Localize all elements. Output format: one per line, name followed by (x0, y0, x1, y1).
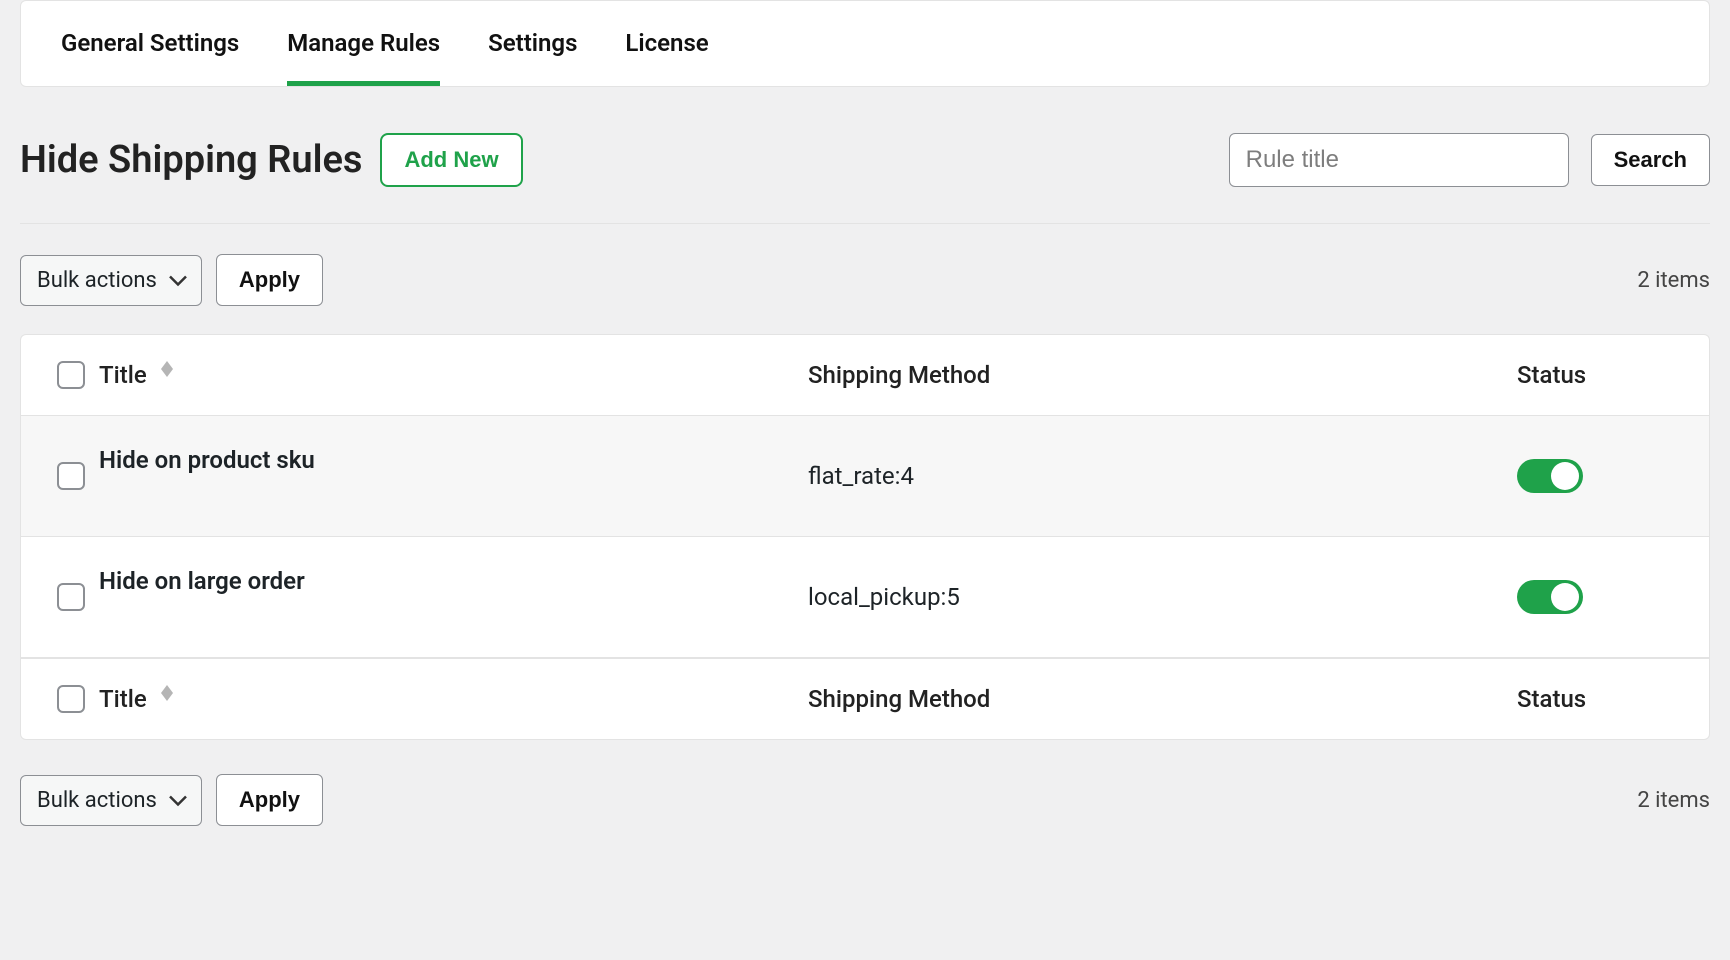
bottom-controls: Bulk actions Apply 2 items (20, 774, 1710, 826)
row-checkbox[interactable] (57, 583, 85, 611)
column-header-title[interactable]: Title (99, 361, 147, 389)
top-controls: Bulk actions Apply 2 items (20, 254, 1710, 306)
column-header-status: Status (1517, 361, 1687, 389)
select-all-checkbox-top[interactable] (57, 361, 85, 389)
rule-method: local_pickup:5 (808, 583, 1517, 611)
rule-title-link[interactable]: Hide on large order (99, 567, 305, 595)
page-header: Hide Shipping Rules Add New Search (20, 115, 1710, 224)
status-toggle[interactable] (1517, 580, 1583, 614)
column-footer-title[interactable]: Title (99, 685, 147, 713)
bulk-actions-select[interactable]: Bulk actions (20, 255, 202, 306)
tab-settings[interactable]: Settings (488, 1, 577, 86)
bulk-actions-label: Bulk actions (37, 268, 157, 293)
table-header-row: Title Shipping Method Status (21, 335, 1709, 416)
items-count-bottom: 2 items (1637, 788, 1710, 813)
tab-license[interactable]: License (625, 1, 708, 86)
row-checkbox[interactable] (57, 462, 85, 490)
status-toggle[interactable] (1517, 459, 1583, 493)
search-input[interactable] (1229, 133, 1569, 187)
items-count-top: 2 items (1637, 268, 1710, 293)
column-footer-method: Shipping Method (808, 685, 1517, 713)
tab-general-settings[interactable]: General Settings (61, 1, 239, 86)
bulk-actions-label: Bulk actions (37, 788, 157, 813)
rule-title-link[interactable]: Hide on product sku (99, 446, 315, 474)
search-button[interactable]: Search (1591, 134, 1710, 186)
add-new-button[interactable]: Add New (380, 133, 522, 187)
sort-icon[interactable] (161, 361, 173, 377)
apply-button-top[interactable]: Apply (216, 254, 323, 306)
apply-button-bottom[interactable]: Apply (216, 774, 323, 826)
chevron-down-icon (169, 268, 187, 293)
column-header-method: Shipping Method (808, 361, 1517, 389)
tab-manage-rules[interactable]: Manage Rules (287, 1, 440, 86)
tabs-container: General Settings Manage Rules Settings L… (20, 0, 1710, 87)
rules-table: Title Shipping Method Status Hide on pro… (20, 334, 1710, 740)
select-all-checkbox-bottom[interactable] (57, 685, 85, 713)
table-row: Hide on large order local_pickup:5 (21, 537, 1709, 658)
page-title: Hide Shipping Rules (20, 138, 362, 182)
table-row: Hide on product sku flat_rate:4 (21, 416, 1709, 537)
sort-icon[interactable] (161, 685, 173, 701)
chevron-down-icon (169, 788, 187, 813)
column-footer-status: Status (1517, 685, 1687, 713)
rule-method: flat_rate:4 (808, 462, 1517, 490)
table-footer-row: Title Shipping Method Status (21, 658, 1709, 739)
bulk-actions-select-bottom[interactable]: Bulk actions (20, 775, 202, 826)
